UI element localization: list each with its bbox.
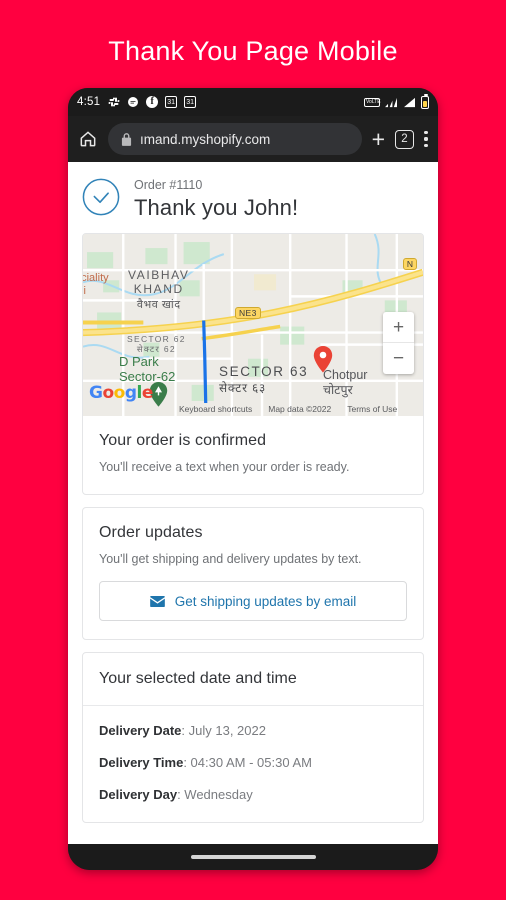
delivery-day-label: Delivery Day [99, 787, 178, 802]
signal-bars-icon [403, 97, 416, 108]
order-updates-card: Order updates You'll get shipping and de… [82, 507, 424, 640]
android-navigation-bar [68, 844, 438, 870]
delivery-time-value: 04:30 AM - 05:30 AM [190, 755, 312, 770]
delivery-time-row: Delivery Time: 04:30 AM - 05:30 AM [99, 755, 312, 770]
lock-icon [121, 132, 132, 146]
highway-shield-ne3: NE3 [235, 307, 261, 319]
selected-date-time-card: Your selected date and time Delivery Dat… [82, 652, 424, 823]
order-updates-heading: Order updates [99, 524, 203, 541]
messaging-icon [127, 96, 139, 108]
envelope-icon [149, 595, 165, 607]
map-zoom-controls[interactable]: + − [383, 312, 414, 374]
map-attribution: Keyboard shortcuts Map data ©2022 Terms … [83, 401, 423, 416]
delivery-date-value: July 13, 2022 [188, 723, 266, 738]
highway-shield-right: N [402, 258, 417, 270]
delivery-time-label: Delivery Time [99, 755, 184, 770]
google-logo: Google [89, 383, 153, 403]
calendar-icon: 31 [184, 96, 197, 108]
status-app-icons: f 31 31 [108, 96, 197, 108]
status-time: 4:51 [77, 96, 101, 108]
map-data-text: Map data ©2022 [268, 403, 332, 414]
map-pin-icon [313, 346, 333, 373]
slack-icon [108, 96, 120, 108]
phone-mockup: 4:51 f 31 31 VoLTE ımand.myshopify.com +… [68, 88, 438, 870]
delivery-day-row: Delivery Day: Wednesday [99, 787, 253, 802]
delivery-date-label: Delivery Date [99, 723, 182, 738]
selected-date-time-heading: Your selected date and time [99, 670, 297, 687]
battery-icon [421, 93, 429, 109]
order-header: Order #1110 Thank you John! [68, 162, 438, 233]
check-circle-icon [82, 178, 120, 216]
delivery-details: Delivery Date: July 13, 2022 Delivery Ti… [83, 706, 423, 822]
new-tab-button[interactable]: + [372, 128, 385, 151]
order-confirmed-heading: Your order is confirmed [99, 432, 267, 449]
map-zoom-in-button[interactable]: + [383, 312, 414, 343]
url-text: ımand.myshopify.com [140, 131, 271, 147]
signal-bars-icon [385, 97, 398, 108]
address-bar[interactable]: ımand.myshopify.com [108, 123, 362, 155]
tab-switcher-button[interactable]: 2 [395, 129, 414, 149]
page-viewport: Order #1110 Thank you John! iality i VAI… [68, 162, 438, 844]
order-updates-block: Order updates You'll get shipping and de… [83, 508, 423, 639]
overflow-menu-icon[interactable] [424, 131, 428, 147]
terms-of-use-link[interactable]: Terms of Use [347, 404, 397, 414]
get-shipping-updates-label: Get shipping updates by email [174, 593, 357, 609]
browser-toolbar: ımand.myshopify.com + 2 [68, 116, 438, 162]
selected-date-time-header: Your selected date and time [83, 653, 423, 706]
gesture-home-pill[interactable] [190, 855, 316, 859]
order-confirmed-body: You'll receive a text when your order is… [99, 460, 350, 474]
facebook-icon: f [146, 96, 159, 108]
order-number: Order #1110 [134, 178, 203, 192]
status-system-icons: VoLTE [364, 93, 429, 109]
page-title: Thank You Page Mobile [108, 36, 398, 66]
calendar-icon: 31 [165, 96, 178, 108]
order-confirmed-block: Your order is confirmed You'll receive a… [83, 416, 423, 494]
poster-canvas: Thank You Page Mobile 4:51 f 31 31 VoLTE [0, 0, 506, 900]
order-updates-body: You'll get shipping and delivery updates… [99, 552, 362, 566]
map-zoom-out-button[interactable]: − [383, 343, 414, 374]
order-confirmed-card: ecialityali VAIBHAV KHAND वैभव खांद NE3 … [82, 233, 424, 495]
delivery-day-value: Wednesday [184, 787, 253, 802]
home-icon[interactable] [78, 129, 98, 149]
thank-you-heading: Thank you John! [134, 195, 299, 220]
status-bar: 4:51 f 31 31 VoLTE [68, 88, 438, 116]
delivery-map[interactable]: ecialityali VAIBHAV KHAND वैभव खांद NE3 … [83, 234, 423, 416]
get-shipping-updates-button[interactable]: Get shipping updates by email [99, 581, 407, 621]
delivery-date-row: Delivery Date: July 13, 2022 [99, 723, 266, 738]
keyboard-shortcuts-link[interactable]: Keyboard shortcuts [179, 404, 252, 414]
volte-icon: VoLTE [364, 97, 381, 107]
